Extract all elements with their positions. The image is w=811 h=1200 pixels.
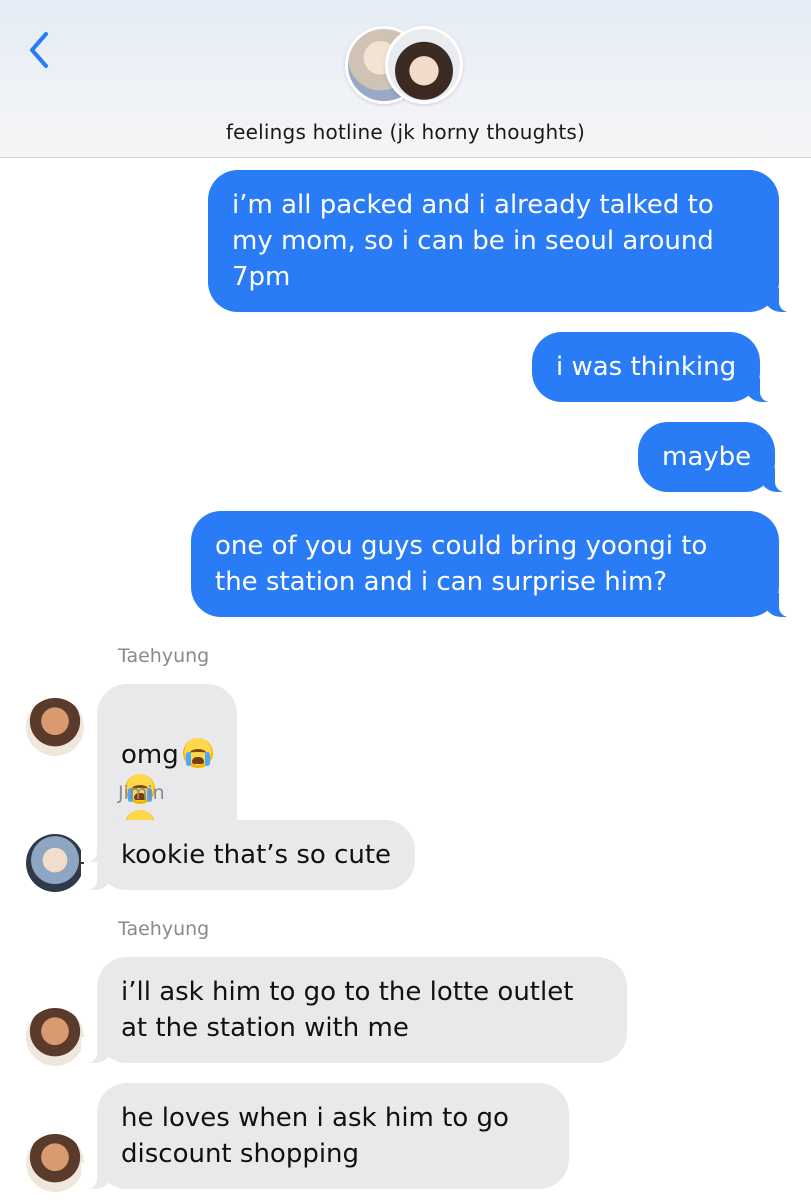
sender-label: Jimin: [118, 782, 165, 804]
crying-face-emoji: [182, 738, 213, 768]
message-bubble-outgoing[interactable]: i was thinking: [532, 332, 777, 402]
sender-label: Taehyung: [118, 918, 210, 940]
chat-header: feelings hotline (jk horny thoughts): [0, 0, 811, 158]
avatar[interactable]: [26, 1134, 84, 1192]
avatar[interactable]: [26, 834, 84, 892]
message-text: omg: [121, 740, 179, 770]
avatar[interactable]: [26, 1008, 84, 1066]
group-avatars[interactable]: [345, 26, 467, 108]
message-bubble-incoming[interactable]: he loves when i ask him to go discount s…: [81, 1083, 569, 1189]
message-bubble-outgoing[interactable]: one of you guys could bring yoongi to th…: [191, 511, 795, 617]
message-bubble-incoming[interactable]: kookie that’s so cute: [80, 820, 416, 890]
sender-label: Taehyung: [118, 645, 210, 667]
avatar[interactable]: [26, 698, 84, 756]
message-bubble-incoming[interactable]: i’ll ask him to go to the lotte outlet a…: [81, 957, 627, 1063]
chat-title[interactable]: feelings hotline (jk horny thoughts): [0, 120, 811, 144]
message-bubble-outgoing[interactable]: maybe: [638, 422, 792, 492]
chevron-left-icon: [30, 32, 48, 68]
back-button[interactable]: [24, 28, 64, 72]
message-bubble-outgoing[interactable]: i’m all packed and i already talked to m…: [208, 170, 795, 312]
group-avatar: [385, 26, 463, 104]
